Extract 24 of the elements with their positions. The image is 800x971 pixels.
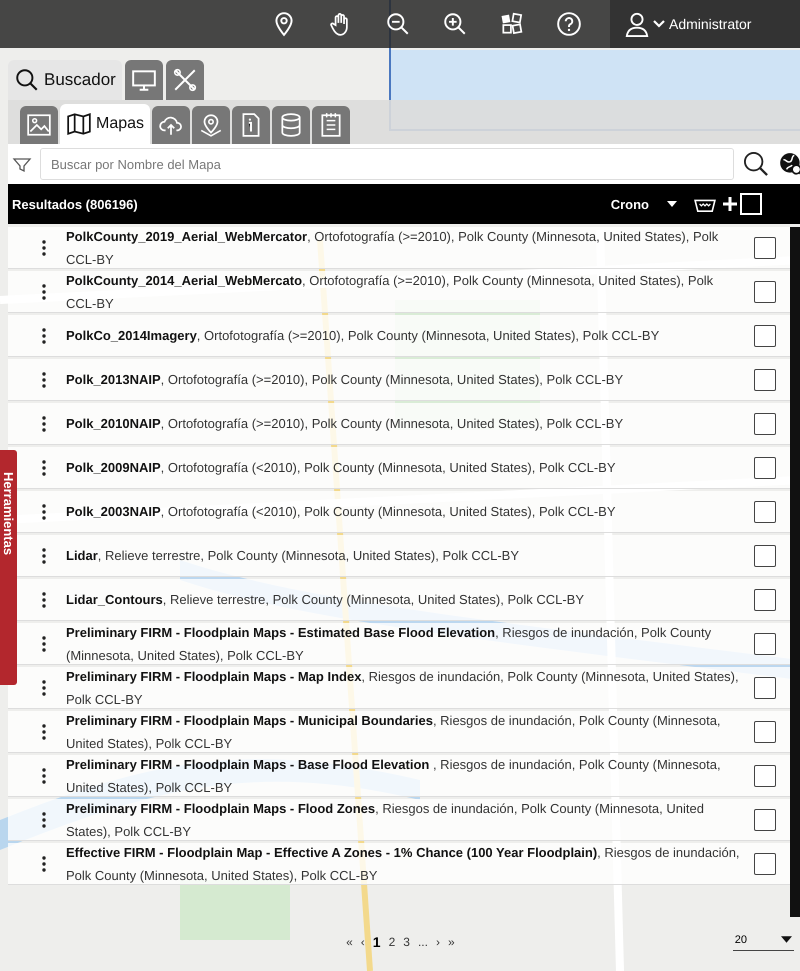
search-field[interactable]: Buscar por Nombre del Mapa	[40, 148, 734, 180]
map-entry[interactable]: Preliminary FIRM - Floodplain Maps - Flood Zones, Riesgos de inundación, Polk County (Minnesota, United States), Polk CCL-BY	[66, 796, 744, 842]
panel-tab[interactable]: Mapas	[60, 104, 150, 144]
side-tab[interactable]: Herramientas	[0, 450, 17, 685]
map-entry[interactable]: Effective FIRM - Floodplain Map - Effective A Zones - 1% Chance (100 Year Floodplain), Riesgos de inundación, Polk County (Minnesota, United States), Polk CCL-BY	[66, 840, 744, 886]
previous-page-link[interactable]: ‹	[360, 935, 365, 949]
next-page-link[interactable]: ›	[436, 935, 440, 949]
page-link[interactable]: 1	[372, 934, 381, 950]
map-entry[interactable]: Preliminary FIRM - Floodplain Maps - Municipal Boundaries, Riesgos de inundación, Polk County (Minnesota, United States), Polk CCL-BY	[66, 708, 744, 754]
page-link[interactable]: 2	[388, 935, 396, 949]
panel-tab[interactable]: Buscador	[8, 60, 122, 100]
map-entry[interactable]: Preliminary FIRM - Floodplain Maps - Base Flood Elevation , Riesgos de inundación, Polk County (Minnesota, United States), Polk CCL-BY	[66, 752, 744, 798]
sort-dropdown[interactable]: Crono	[610, 196, 677, 212]
results-count: Resultados (806196)	[12, 196, 139, 212]
map-entry[interactable]: Preliminary FIRM - Floodplain Maps - Map Index, Riesgos de inundación, Polk County (Minnesota, United States), Polk CCL-BY	[66, 664, 744, 710]
ellipsis: ...	[418, 935, 428, 949]
page-link[interactable]: 3	[403, 935, 410, 949]
map-entry[interactable]: PolkCounty_2019_Aerial_WebMercator, Ortofotografía (>=2010), Polk County (Minnesota, United States), Polk CCL-BY	[66, 224, 744, 270]
last-page-link[interactable]: »	[448, 935, 455, 949]
first-page-link[interactable]: «	[346, 935, 353, 949]
user-name[interactable]: Administrator	[669, 16, 752, 32]
page-size-dropdown[interactable]: 20	[732, 934, 794, 950]
map-entry[interactable]: PolkCounty_2014_Aerial_WebMercato, Ortofotografía (>=2010), Polk County (Minnesota, United States), Polk CCL-BY	[66, 268, 744, 314]
map-entry[interactable]: Preliminary FIRM - Floodplain Maps - Estimated Base Flood Elevation, Riesgos de inundación, Polk County (Minnesota, United States), Polk CCL-BY	[66, 620, 744, 666]
